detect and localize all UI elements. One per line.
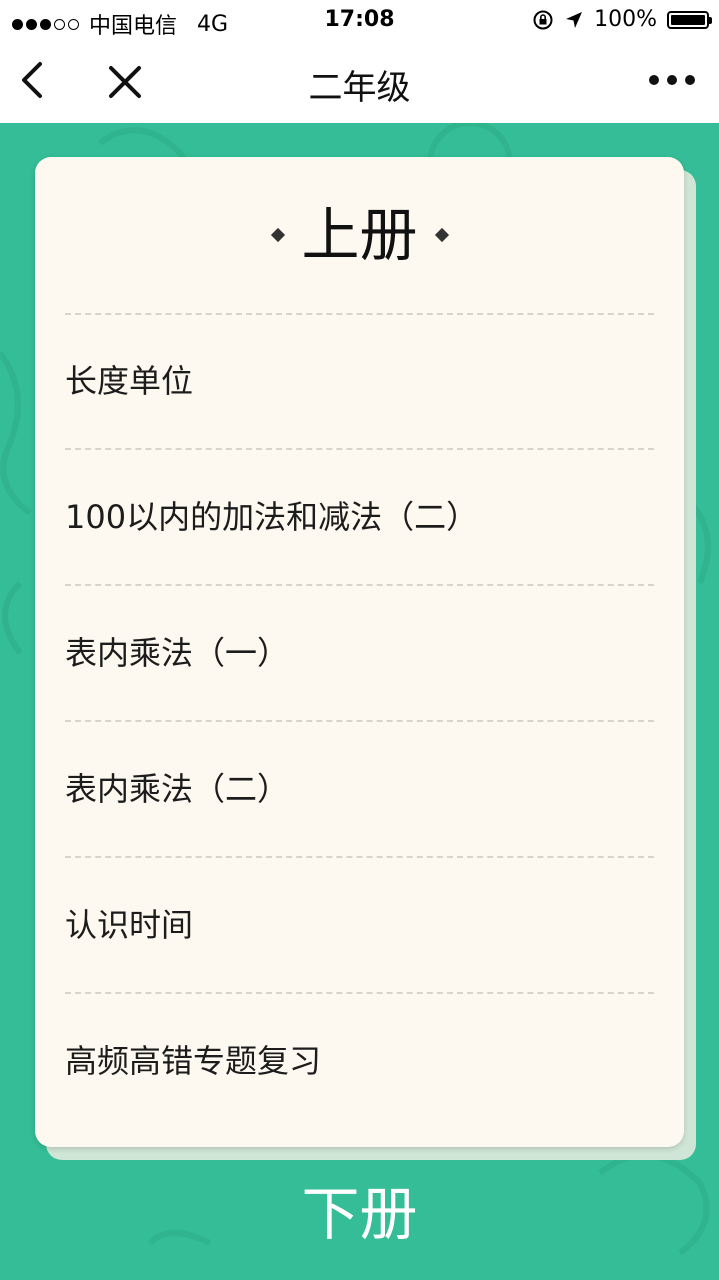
list-item[interactable]: 高频高错专题复习 xyxy=(65,1037,654,1085)
status-right: 100% xyxy=(532,7,712,32)
list-item[interactable]: 长度单位 xyxy=(65,357,654,405)
page-title: 二年级 xyxy=(308,68,411,108)
volume-card: 上册 长度单位 100以内的加法和减法（二） 表内乘法（一） 表内乘法（二） 认… xyxy=(35,157,684,1147)
list-item[interactable]: 认识时间 xyxy=(65,901,654,949)
next-volume-button[interactable]: 下册 xyxy=(0,1176,719,1252)
location-arrow-icon xyxy=(566,11,583,28)
divider xyxy=(65,720,654,722)
divider xyxy=(65,448,654,450)
card-title: 上册 xyxy=(301,201,418,269)
status-bar: 中国电信 4G 17:08 100% xyxy=(0,0,719,40)
more-button[interactable] xyxy=(649,70,695,90)
divider xyxy=(65,313,654,315)
battery-percent: 100% xyxy=(594,7,657,32)
divider xyxy=(65,992,654,994)
more-dots-icon xyxy=(649,75,659,85)
list-item[interactable]: 表内乘法（一） xyxy=(65,629,654,677)
battery-icon xyxy=(667,10,712,29)
nav-bar: 二年级 xyxy=(0,40,719,123)
divider xyxy=(65,584,654,586)
divider xyxy=(65,856,654,858)
rotation-lock-icon xyxy=(533,10,553,29)
list-item[interactable]: 100以内的加法和减法（二） xyxy=(65,493,654,541)
list-item[interactable]: 表内乘法（二） xyxy=(65,765,654,813)
